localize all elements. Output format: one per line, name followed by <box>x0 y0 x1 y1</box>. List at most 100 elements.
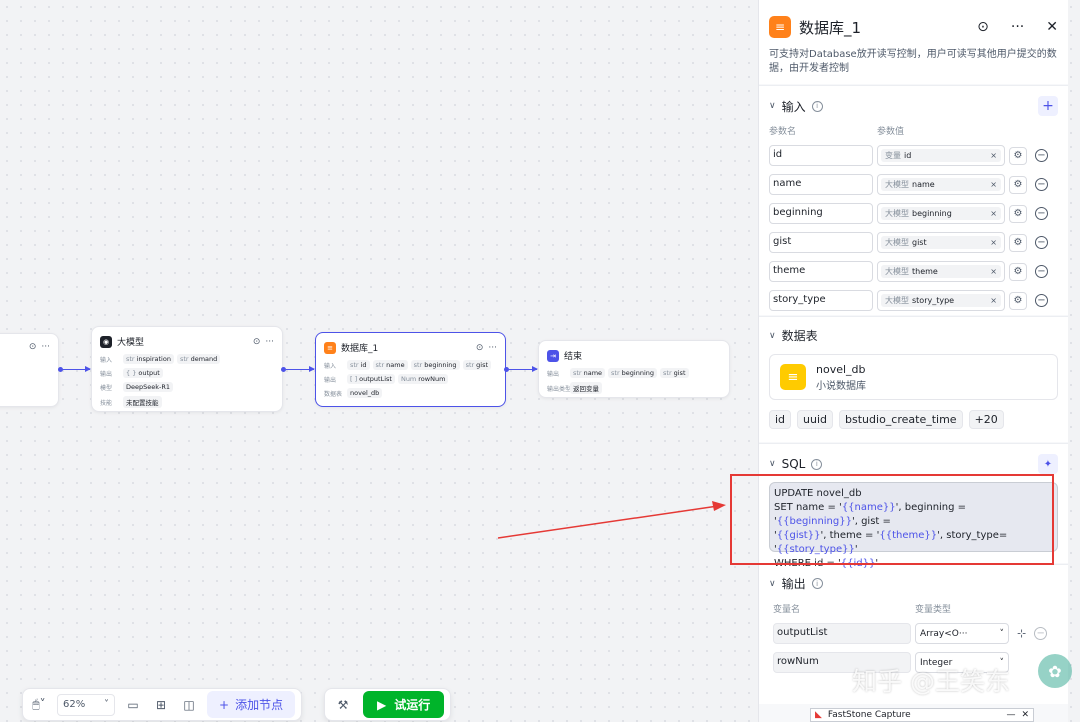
info-icon[interactable]: i <box>811 100 823 112</box>
param-value-select[interactable]: 大模型 gist × <box>877 232 1005 253</box>
remove-param-icon[interactable]: − <box>1035 236 1048 249</box>
param-value-tag: 大模型 beginning × <box>881 207 1001 220</box>
param-source: 大模型 <box>885 180 909 189</box>
param-value: gist <box>912 238 927 247</box>
param-source: 大模型 <box>885 296 909 305</box>
param-source: 大模型 <box>885 238 909 247</box>
more-icon[interactable]: ··· <box>1011 19 1024 35</box>
section-title: SQL <box>781 457 806 471</box>
add-child-icon[interactable]: ⊹ <box>1017 627 1026 640</box>
param-value-tag: 变量 id × <box>881 149 1001 162</box>
remove-output-icon[interactable]: − <box>1034 627 1048 640</box>
output-name-input[interactable]: outputList <box>773 623 911 644</box>
zoom-select[interactable]: 62% ˅ <box>57 693 115 716</box>
gear-icon[interactable]: ⚙ <box>1009 262 1027 281</box>
add-param-button[interactable]: + <box>1038 96 1058 116</box>
clear-icon[interactable]: × <box>990 238 997 247</box>
database-card[interactable]: ≡ novel_db 小说数据库 <box>769 354 1058 400</box>
param-row: name 大模型 name × ⚙ − <box>769 174 1058 195</box>
param-name-input[interactable]: beginning <box>769 203 873 224</box>
param-value-select[interactable]: 大模型 story_type × <box>877 290 1005 311</box>
gear-icon[interactable]: ⚙ <box>1009 291 1027 310</box>
remove-param-icon[interactable]: − <box>1035 207 1048 220</box>
param-source: 大模型 <box>885 209 909 218</box>
param-row: gist 大模型 gist × ⚙ − <box>769 232 1058 253</box>
table-section: ∨ 数据表 ≡ novel_db 小说数据库 id uuid bstudio_cre… <box>759 316 1068 442</box>
param-name-input[interactable]: story_type <box>769 290 873 311</box>
remove-param-icon[interactable]: − <box>1035 294 1048 307</box>
clear-icon[interactable]: × <box>990 209 997 218</box>
plus-icon: + <box>219 697 230 712</box>
clear-icon[interactable]: × <box>990 296 997 305</box>
add-node-button[interactable]: + 添加节点 <box>207 691 296 718</box>
col-label-name: 参数名 <box>769 127 797 137</box>
watermark-logo-icon: ✿ <box>1038 654 1072 688</box>
gear-icon[interactable]: ⚙ <box>1009 146 1027 165</box>
chevron-down-icon[interactable]: ∨ <box>769 459 776 469</box>
layout-icon[interactable]: ⊞ <box>151 698 171 712</box>
param-value: story_type <box>912 296 955 305</box>
param-name-input[interactable]: name <box>769 174 873 195</box>
param-name-input[interactable]: gist <box>769 232 873 253</box>
output-type-select[interactable]: Array<O··· ˅ <box>915 623 1009 644</box>
param-name-input[interactable]: theme <box>769 261 873 282</box>
database-icon: ≡ <box>780 364 806 390</box>
param-value-select[interactable]: 大模型 theme × <box>877 261 1005 282</box>
test-run-label: 试运行 <box>394 698 431 712</box>
field-tag: +20 <box>968 410 1004 429</box>
gear-icon[interactable]: ⚙ <box>1009 233 1027 252</box>
remove-param-icon[interactable]: − <box>1035 178 1048 191</box>
panel-title: 数据库_1 <box>799 18 862 37</box>
param-row: story_type 大模型 story_type × ⚙ − <box>769 290 1058 311</box>
node-config-panel: ≡ 数据库_1 ⊙ ··· ✕ 可支持对Database放开读写控制，用户可读写… <box>758 0 1068 722</box>
remove-param-icon[interactable]: − <box>1035 265 1048 278</box>
faststone-window-bar[interactable]: ◣ FastStone Capture — ✕ <box>810 708 1034 722</box>
col-label-value: 参数值 <box>877 127 905 137</box>
chevron-down-icon: ˅ <box>104 699 109 710</box>
clear-icon[interactable]: × <box>990 151 997 160</box>
ai-sql-icon[interactable]: ✦ <box>1038 454 1058 474</box>
clear-icon[interactable]: × <box>990 267 997 276</box>
remove-param-icon[interactable]: − <box>1035 149 1048 162</box>
info-icon[interactable]: i <box>811 578 823 589</box>
mouse-mode-icon[interactable]: 🖱︎˅ <box>29 697 49 712</box>
output-type: Array<O··· <box>920 628 968 639</box>
play-icon: ▶ <box>377 697 387 712</box>
section-title: 输入 <box>781 99 806 114</box>
gear-icon[interactable]: ⚙ <box>1009 204 1027 223</box>
zoom-value: 62% <box>63 699 86 710</box>
add-node-label: 添加节点 <box>235 698 284 712</box>
run-node-icon[interactable]: ⊙ <box>977 19 989 35</box>
chevron-down-icon[interactable]: ∨ <box>769 579 776 589</box>
col-label-type: 变量类型 <box>915 605 952 615</box>
gear-icon[interactable]: ⚙ <box>1009 175 1027 194</box>
param-name-input[interactable]: id <box>769 145 873 166</box>
param-value-select[interactable]: 大模型 name × <box>877 174 1005 195</box>
chevron-down-icon[interactable]: ∨ <box>769 101 776 111</box>
database-icon: ≡ <box>769 16 791 38</box>
input-section: ∨ 输入 i + 参数名 参数值 id 变量 id × ⚙ − name 大模型 name × ⚙ −… <box>759 85 1068 315</box>
chevron-down-icon[interactable]: ∨ <box>769 331 776 341</box>
test-run-button[interactable]: ▶ 试运行 <box>363 691 445 718</box>
watermark: 知乎 @王笑东 <box>852 667 1010 696</box>
wrench-icon[interactable]: ⚒ <box>333 698 353 712</box>
info-icon[interactable]: i <box>811 458 823 470</box>
param-row: theme 大模型 theme × ⚙ − <box>769 261 1058 282</box>
faststone-icon: ◣ <box>815 710 822 720</box>
minimize-icon[interactable]: — <box>1006 710 1015 720</box>
clear-icon[interactable]: × <box>990 180 997 189</box>
close-icon[interactable]: ✕ <box>1021 710 1029 720</box>
comment-icon[interactable]: ▭ <box>123 698 143 712</box>
chevron-down-icon: ˅ <box>999 628 1005 639</box>
param-value-select[interactable]: 变量 id × <box>877 145 1005 166</box>
field-tag: id <box>769 410 792 429</box>
close-icon[interactable]: ✕ <box>1046 19 1058 35</box>
param-row: id 变量 id × ⚙ − <box>769 145 1058 166</box>
param-source: 大模型 <box>885 267 909 276</box>
output-row: outputList Array<O··· ˅ ⊹ − <box>769 623 1058 644</box>
minimap-icon[interactable]: ◫ <box>179 698 199 712</box>
panel-description: 可支持对Database放开读写控制，用户可读写其他用户提交的数据，由开发者控制 <box>769 49 1057 74</box>
field-tag: bstudio_create_time <box>839 410 963 429</box>
param-value-select[interactable]: 大模型 beginning × <box>877 203 1005 224</box>
param-value-tag: 大模型 theme × <box>881 265 1001 278</box>
